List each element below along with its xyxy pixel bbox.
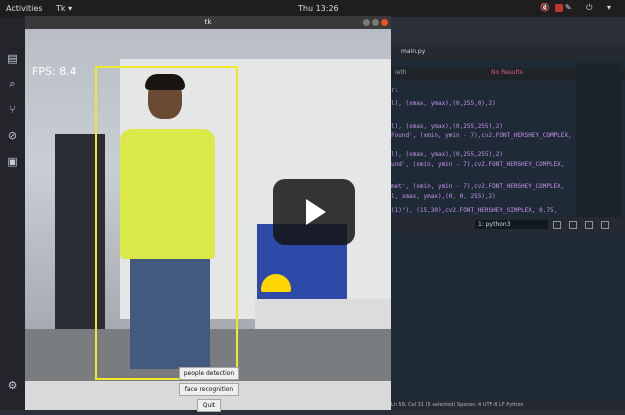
code-line: l), (xmax, ymax),(0,255,0),2) — [391, 100, 496, 107]
people-detection-button[interactable]: people detection — [179, 367, 239, 380]
code-area[interactable]: r: l), (xmax, ymax),(0,255,0),2) l), (xm… — [391, 45, 576, 225]
top-bar: Activities Tk ▾ Thu 13:26 🔇 ✎ ⏻ ▾ — [0, 0, 625, 17]
face-recognition-button[interactable]: face recognition — [179, 383, 239, 396]
activities-button[interactable]: Activities — [6, 4, 43, 13]
fps-counter: FPS: 8.4 — [32, 65, 77, 78]
code-line: (1)"), (15,30),cv2.FONT_HERSHEY_SIMPLEX,… — [391, 207, 558, 214]
code-line: l, xmax, ymax),(0, 0, 255),2) — [391, 193, 496, 200]
trash-icon[interactable] — [585, 221, 593, 229]
play-button[interactable] — [273, 179, 355, 245]
quit-button[interactable]: Quit — [197, 399, 221, 412]
video-feed: FPS: 8.4 — [25, 29, 391, 381]
extensions-icon[interactable]: ▣ — [6, 155, 19, 168]
system-tray[interactable]: 🔇 ✎ ⏻ ▾ — [540, 3, 617, 13]
debug-icon[interactable]: ⊘ — [6, 129, 19, 142]
code-line: l), (xmax, ymax),(0,255,255),2) — [391, 123, 503, 130]
files-icon[interactable]: ▤ — [6, 52, 19, 65]
add-terminal-icon[interactable] — [553, 221, 561, 229]
code-line: r: — [391, 87, 399, 94]
window-title: tk — [25, 16, 391, 29]
settings-icon[interactable]: ⚙ — [6, 379, 19, 392]
terminal-panel-header: 1: python3 — [391, 217, 625, 233]
maximize-icon[interactable] — [372, 19, 379, 26]
split-terminal-icon[interactable] — [569, 221, 577, 229]
minimap[interactable] — [576, 63, 621, 223]
code-line: l), (xmax, ymax),(0,255,255),2) — [391, 151, 503, 158]
git-icon[interactable]: ⑂ — [6, 103, 19, 116]
detection-box — [95, 66, 238, 380]
status-bar: Ln 58, Col 31 (5 selected) Spaces: 4 UTF… — [391, 400, 625, 410]
code-line: und', (xmin, ymin - 7),cv2.FONT_HERSHEY_… — [391, 161, 565, 168]
minimize-icon[interactable] — [363, 19, 370, 26]
left-dock: ▤ ⌕ ⑂ ⊘ ▣ ⚙ — [0, 17, 25, 410]
play-icon — [306, 199, 326, 225]
app-menu[interactable]: Tk ▾ — [56, 4, 72, 13]
close-panel-icon[interactable] — [601, 221, 609, 229]
terminal-select[interactable]: 1: python3 — [475, 220, 548, 229]
tk-window: tk FPS: 8.4 people detection face recogn… — [25, 16, 391, 412]
code-editor: main.py ieth No Results r: l), (xmax, ym… — [391, 45, 625, 410]
search-icon[interactable]: ⌕ — [6, 77, 19, 90]
desk — [255, 299, 391, 329]
clock[interactable]: Thu 13:26 — [298, 4, 339, 13]
code-line: met', (xmin, ymin - 7),cv2.FONT_HERSHEY_… — [391, 183, 565, 190]
code-line: Found', (xmin, ymin - 7),cv2.FONT_HERSHE… — [391, 132, 572, 139]
close-icon[interactable] — [381, 19, 388, 26]
